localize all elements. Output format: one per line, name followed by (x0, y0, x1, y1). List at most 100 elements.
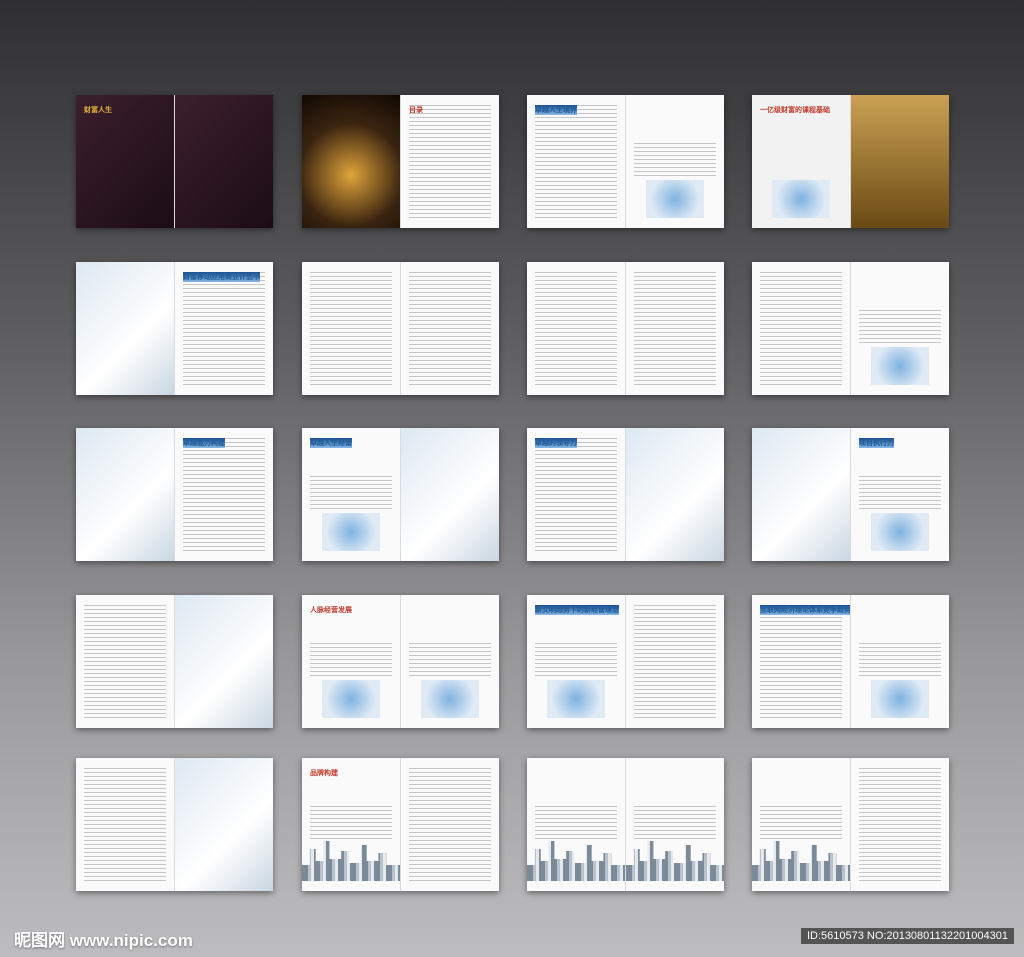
brochure-page-r (626, 595, 724, 728)
brochure-page-l: 新文明趋势下的新经营理念 (527, 595, 626, 728)
spread-title: 目录 (409, 106, 423, 114)
body-text-block (535, 105, 617, 218)
illustration-image (870, 680, 930, 718)
brochure-spread (527, 262, 724, 395)
body-text-block (183, 272, 265, 385)
body-text-block (310, 272, 392, 385)
brochure-page-l (527, 262, 626, 395)
brochure-page-l (752, 758, 851, 891)
body-text-block (859, 310, 941, 345)
brochure-page-r (401, 262, 499, 395)
brochure-page-l (76, 428, 175, 561)
brochure-spread: 目录 (302, 95, 499, 228)
brochure-page-r (175, 595, 273, 728)
body-text-block (409, 272, 491, 385)
body-text-block (84, 768, 166, 881)
brochure-page-r (175, 95, 273, 228)
brochure-page-r (626, 95, 724, 228)
brochure-page-l (76, 262, 175, 395)
body-text-block (183, 438, 265, 551)
illustration-image (870, 513, 930, 551)
brochure-page-r (626, 758, 724, 891)
illustration-image (645, 180, 705, 218)
brochure-spread: 财富人生 (76, 95, 273, 228)
brochure-page-r: 卓越能力构建 (175, 428, 273, 561)
body-text-block (760, 806, 842, 841)
illustration-image (321, 680, 381, 718)
brochure-page-l (752, 262, 851, 395)
brochure-page-l (76, 595, 175, 728)
illustration-image (321, 513, 381, 551)
city-skyline-image (302, 841, 400, 881)
brochure-spread: 财富移动应用商业计划书 (76, 262, 273, 395)
brochure-page-l: 卓越的领导力 (527, 428, 626, 561)
body-text-block (310, 643, 392, 678)
brochure-page-r (401, 758, 499, 891)
city-skyline-image (752, 841, 850, 881)
illustration-image (771, 180, 831, 218)
body-text-block (409, 643, 491, 678)
brochure-page-r (851, 262, 949, 395)
brochure-page-r (175, 758, 273, 891)
brochure-page-l: 财富人生 (76, 95, 175, 228)
brochure-page-l (752, 428, 851, 561)
site-watermark-logo: 昵图网 www.nipic.com (14, 931, 193, 950)
brochure-page-r (626, 262, 724, 395)
body-text-block (310, 476, 392, 511)
spread-title: 项目执行力 (859, 438, 894, 448)
brochure-spread (76, 758, 273, 891)
brochure-page-r: 财富移动应用商业计划书 (175, 262, 273, 395)
brochure-page-r (401, 428, 499, 561)
body-text-block (535, 806, 617, 841)
body-text-block (634, 605, 716, 718)
spread-title: 卓越能力构建 (183, 438, 225, 448)
brochure-spread: 新文明趋势下的新经营理念 (527, 595, 724, 728)
spread-title: 卓越人生境界 (535, 105, 577, 115)
body-text-block (310, 806, 392, 841)
body-text-block (535, 438, 617, 551)
body-text-block (409, 105, 491, 218)
brochure-spread: 项目执行力 (752, 428, 949, 561)
city-skyline-image (626, 841, 724, 881)
body-text-block (409, 768, 491, 881)
brochure-spread: 卓越能力构建 (76, 428, 273, 561)
brochure-page-l: 品牌构建 (302, 758, 401, 891)
body-text-block (84, 605, 166, 718)
body-text-block (535, 272, 617, 385)
brochure-spread: 人脉经营发展 (302, 595, 499, 728)
brochure-page-r (626, 428, 724, 561)
body-text-block (859, 643, 941, 678)
brochure-page-l (302, 95, 401, 228)
brochure-spread: 品牌构建 (302, 758, 499, 891)
brochure-spread (76, 595, 273, 728)
brochure-page-l (76, 758, 175, 891)
body-text-block (634, 806, 716, 841)
spread-title: 财富移动应用商业计划书 (183, 272, 260, 282)
spread-title: 互联网经济理论体系竞争趋势 (760, 605, 851, 615)
illustration-image (546, 680, 606, 718)
spread-title: 一亿级财富的课程基础 (760, 106, 830, 114)
brochure-spread: 一亿级财富的课程基础 (752, 95, 949, 228)
body-text-block (535, 643, 617, 678)
brochure-page-l: 一亿级财富的课程基础 (752, 95, 851, 228)
city-skyline-image (527, 841, 625, 881)
body-text-block (634, 272, 716, 385)
brochure-spread (302, 262, 499, 395)
illustration-image (870, 347, 930, 385)
brochure-spread: 卓越的领导力 (527, 428, 724, 561)
brochure-spread (752, 758, 949, 891)
brochure-page-l: 互联网经济理论体系竞争趋势 (752, 595, 851, 728)
brochure-page-l: 卓越人生经营 (302, 428, 401, 561)
brochure-page-l (302, 262, 401, 395)
brochure-page-l: 卓越人生境界 (527, 95, 626, 228)
body-text-block (859, 768, 941, 881)
body-text-block (634, 143, 716, 178)
brochure-page-l (527, 758, 626, 891)
brochure-spread (527, 758, 724, 891)
brochure-page-r (851, 95, 949, 228)
brochure-spread: 卓越人生境界 (527, 95, 724, 228)
brochure-page-r: 目录 (401, 95, 499, 228)
spread-title: 品牌构建 (310, 769, 338, 777)
body-text-block (859, 476, 941, 511)
body-text-block (760, 605, 842, 718)
